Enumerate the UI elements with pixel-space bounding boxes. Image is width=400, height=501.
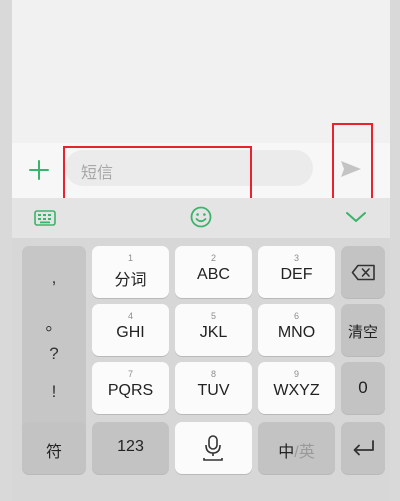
key-ghi[interactable]: 4 GHI [92, 304, 169, 356]
backspace-icon [351, 264, 375, 281]
key-label: JKL [199, 324, 228, 341]
punct-period[interactable]: 。 [22, 310, 86, 335]
key-label: DEF [280, 266, 313, 283]
keyboard-toolbar [12, 198, 390, 238]
numbers-key-label: 123 [117, 438, 144, 455]
ime-switch-label: 中/英 [258, 438, 335, 462]
key-number: 4 [127, 311, 133, 321]
ime-switch-key[interactable]: 中/英 [258, 422, 335, 474]
key-def[interactable]: 3 DEF [258, 246, 335, 298]
space-voice-key[interactable] [175, 422, 252, 474]
backspace-key[interactable] [341, 246, 385, 298]
punctuation-list[interactable]: , 。 ? ! [22, 246, 86, 432]
key-number: 2 [210, 253, 216, 263]
punct-exclaim[interactable]: ! [22, 382, 86, 402]
key-number: 6 [293, 311, 299, 321]
microphone-icon [203, 435, 223, 461]
key-number: 1 [127, 253, 133, 263]
symbol-key[interactable]: 符 [22, 422, 86, 474]
key-number: 9 [293, 369, 299, 379]
clear-key[interactable]: 清空 [341, 304, 385, 356]
enter-key[interactable] [341, 422, 385, 474]
key-number: 8 [210, 369, 216, 379]
key-number: 7 [127, 369, 133, 379]
symbol-key-label: 符 [45, 444, 62, 461]
key-label: TUV [197, 382, 230, 399]
send-button[interactable] [334, 153, 366, 185]
punct-question[interactable]: ? [22, 344, 86, 364]
key-label: ABC [197, 266, 230, 283]
key-label: GHI [116, 324, 145, 341]
sms-input[interactable]: 短信 [65, 150, 313, 186]
numbers-key[interactable]: 123 [92, 422, 169, 474]
key-fenci[interactable]: 1 分词 [92, 246, 169, 298]
send-icon [341, 161, 361, 177]
compose-bar: 短信 [12, 143, 390, 198]
zero-key-label: 0 [358, 378, 368, 397]
key-label: WXYZ [273, 382, 320, 399]
keyboard-icon[interactable] [34, 209, 56, 227]
key-number: 5 [210, 311, 216, 321]
key-tuv[interactable]: 8 TUV [175, 362, 252, 414]
punct-comma[interactable]: , [22, 268, 86, 288]
key-label: 分词 [114, 272, 147, 289]
t9-keyboard: , 。 ? ! 1 分词 2 ABC 3 DEF 4 GHI 5 JKL 6 M… [12, 238, 390, 501]
zero-key[interactable]: 0 [341, 362, 385, 414]
enter-icon [353, 440, 374, 456]
key-wxyz[interactable]: 9 WXYZ [258, 362, 335, 414]
key-abc[interactable]: 2 ABC [175, 246, 252, 298]
add-attachment-button[interactable] [26, 157, 52, 183]
key-mno[interactable]: 6 MNO [258, 304, 335, 356]
key-pqrs[interactable]: 7 PQRS [92, 362, 169, 414]
phone-screen: 短信 , 。 ? ! 1 分词 2 ABC 3 DEF 4 GHI 5 JKL … [12, 0, 390, 501]
clear-key-label: 清空 [347, 324, 378, 341]
key-label: PQRS [107, 382, 154, 399]
ime-chinese: 中 [278, 444, 295, 461]
key-label: MNO [277, 324, 316, 341]
chevron-down-icon[interactable] [345, 210, 367, 224]
key-jkl[interactable]: 5 JKL [175, 304, 252, 356]
conversation-area [12, 0, 390, 143]
sms-input-placeholder: 短信 [81, 165, 114, 182]
emoji-icon[interactable] [189, 205, 213, 229]
ime-english: 英 [298, 444, 315, 461]
key-number: 3 [293, 253, 299, 263]
